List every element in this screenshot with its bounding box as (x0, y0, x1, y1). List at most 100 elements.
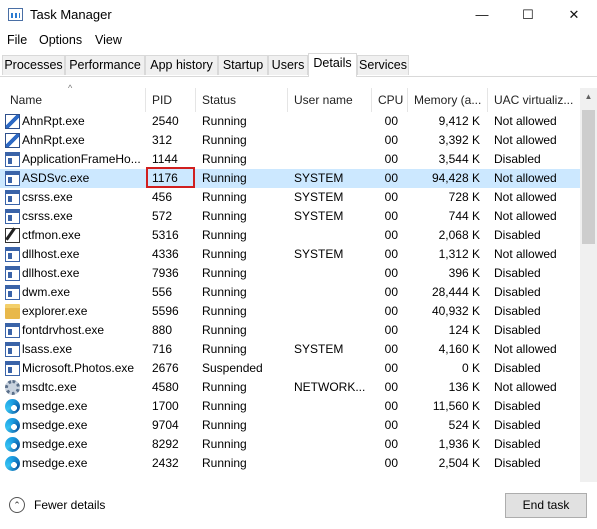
cell-name: AhnRpt.exe (22, 114, 85, 128)
cell-user: SYSTEM (294, 247, 344, 261)
tab-processes[interactable]: Processes (2, 55, 65, 75)
cell-pid: 5316 (152, 228, 179, 242)
cell-user (294, 150, 370, 169)
cell-cpu: 00 (384, 456, 398, 470)
column-header-cpu[interactable]: CPU (372, 88, 408, 112)
window-icon (5, 247, 20, 262)
maximize-button[interactable]: ☐ (505, 0, 551, 30)
cell-uac: Not allowed (494, 209, 557, 223)
table-row[interactable]: fontdrvhost.exe 880 Running 00 124 K Disabled (0, 321, 580, 340)
cell-name: lsass.exe (22, 342, 73, 356)
column-header-user-name[interactable]: User name (288, 88, 372, 112)
cell-status: Running (202, 323, 247, 337)
cell-memory: 728 K (448, 190, 480, 204)
cell-memory: 136 K (448, 380, 480, 394)
vertical-scrollbar[interactable]: ▲ (580, 88, 597, 482)
column-header-status[interactable]: Status (196, 88, 288, 112)
scroll-up-icon[interactable]: ▲ (580, 88, 597, 105)
cell-user (294, 131, 370, 150)
menu-options[interactable]: Options (39, 33, 82, 47)
table-row[interactable]: explorer.exe 5596 Running 00 40,932 K Disable… (0, 302, 580, 321)
cell-memory: 744 K (448, 209, 480, 223)
cell-cpu: 00 (384, 399, 398, 413)
menu-view[interactable]: View (95, 33, 122, 47)
cell-cpu: 00 (384, 266, 398, 280)
table-row[interactable]: Microsoft.Photos.exe 2676 Suspended 00 0 K Di… (0, 359, 580, 378)
column-header-memory[interactable]: Memory (a... (408, 88, 488, 112)
column-header-uac-virtualization[interactable]: UAC virtualiz... (488, 88, 580, 112)
cell-uac: Disabled (494, 437, 541, 451)
cell-memory: 3,392 K (438, 133, 480, 147)
cell-uac: Disabled (494, 418, 541, 432)
column-header-pid[interactable]: PID (146, 88, 196, 112)
table-row[interactable]: msedge.exe 8292 Running 00 1,936 K Disabled (0, 435, 580, 454)
column-header-name[interactable]: Name (4, 88, 146, 112)
cell-name: explorer.exe (22, 304, 88, 318)
table-row[interactable]: ctfmon.exe 5316 Running 00 2,068 K Disabled (0, 226, 580, 245)
end-task-button[interactable]: End task (505, 493, 587, 518)
cell-pid: 2676 (152, 361, 179, 375)
cell-pid: 312 (152, 133, 173, 147)
table-row[interactable]: ApplicationFrameHo... 1144 Running 00 3,544 … (0, 150, 580, 169)
table-row[interactable]: AhnRpt.exe 2540 Running 00 9,412 K Not allowe… (0, 112, 580, 131)
cell-user: NETWORK... (294, 380, 366, 394)
cell-user (294, 264, 370, 283)
table-row[interactable]: msedge.exe 1700 Running 00 11,560 K Disabled (0, 397, 580, 416)
table-row[interactable]: dllhost.exe 4336 Running SYSTEM 00 1,312 K Not… (0, 245, 580, 264)
cell-status: Running (202, 285, 247, 299)
pen-icon (5, 228, 20, 243)
minimize-button[interactable]: — (459, 0, 505, 30)
pid-highlight-box (146, 167, 195, 188)
cell-user (294, 359, 370, 378)
table-row[interactable]: AhnRpt.exe 312 Running 00 3,392 K Not allowed (0, 131, 580, 150)
cell-pid: 9704 (152, 418, 179, 432)
table-row[interactable]: msedge.exe 9704 Running 00 524 K Disabled (0, 416, 580, 435)
title-bar: Task Manager — ☐ ✕ (0, 0, 597, 30)
window-icon (5, 152, 20, 167)
window-icon (5, 323, 20, 338)
cell-name: AhnRpt.exe (22, 133, 85, 147)
tab-users[interactable]: Users (268, 55, 308, 75)
cell-name: Microsoft.Photos.exe (22, 361, 135, 375)
table-row[interactable]: msdtc.exe 4580 Running NETWORK... 00 136 K Not… (0, 378, 580, 397)
table-row[interactable]: msedge.exe 2432 Running 00 2,504 K Disabled (0, 454, 580, 473)
cell-cpu: 00 (384, 361, 398, 375)
tab-startup[interactable]: Startup (218, 55, 268, 75)
menu-file[interactable]: File (7, 33, 27, 47)
edge-icon (5, 437, 20, 452)
close-button[interactable]: ✕ (551, 0, 597, 30)
cell-status: Running (202, 380, 247, 394)
table-row[interactable]: csrss.exe 572 Running SYSTEM 00 744 K Not allo… (0, 207, 580, 226)
cell-status: Running (202, 190, 247, 204)
cell-uac: Not allowed (494, 247, 557, 261)
cell-name: fontdrvhost.exe (22, 323, 105, 337)
tab-services[interactable]: Services (357, 55, 409, 75)
table-row[interactable]: ASDSvc.exe 1176 Running SYSTEM 00 94,428 K Not… (0, 169, 580, 188)
tab-details[interactable]: Details (308, 53, 357, 77)
cell-uac: Disabled (494, 228, 541, 242)
fewer-details-link[interactable]: Fewer details (34, 498, 105, 512)
cell-name: dllhost.exe (22, 266, 80, 280)
cell-memory: 1,936 K (438, 437, 480, 451)
cell-name: ApplicationFrameHo... (22, 152, 141, 166)
tab-app-history[interactable]: App history (145, 55, 218, 75)
cell-name: dwm.exe (22, 285, 71, 299)
cell-uac: Disabled (494, 266, 541, 280)
cell-status: Running (202, 152, 247, 166)
cell-user: SYSTEM (294, 342, 344, 356)
cell-status: Running (202, 418, 247, 432)
cell-memory: 124 K (448, 323, 480, 337)
table-row[interactable]: dllhost.exe 7936 Running 00 396 K Disabled (0, 264, 580, 283)
table-row[interactable]: dwm.exe 556 Running 00 28,444 K Disabled (0, 283, 580, 302)
chevron-up-icon[interactable]: ⌃ (9, 497, 25, 513)
cell-memory: 1,312 K (438, 247, 480, 261)
scrollbar-thumb[interactable] (582, 110, 595, 244)
cell-cpu: 00 (384, 323, 398, 337)
cell-uac: Disabled (494, 323, 541, 337)
cell-name: ctfmon.exe (22, 228, 81, 242)
table-row[interactable]: csrss.exe 456 Running SYSTEM 00 728 K Not allo… (0, 188, 580, 207)
tab-performance[interactable]: Performance (65, 55, 145, 75)
table-row[interactable]: lsass.exe 716 Running SYSTEM 00 4,160 K Not al… (0, 340, 580, 359)
window-icon (5, 285, 20, 300)
window-icon (5, 342, 20, 357)
